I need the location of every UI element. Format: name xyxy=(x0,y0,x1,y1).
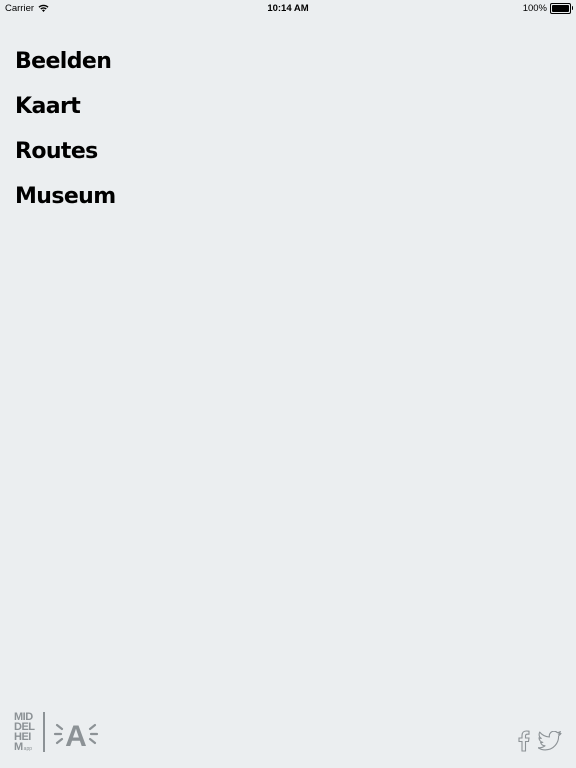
status-time: 10:14 AM xyxy=(267,3,309,14)
antwerp-logo: A xyxy=(53,720,98,752)
battery-icon xyxy=(550,3,573,14)
middelheim-logo-line: Mapp xyxy=(14,742,35,754)
battery-percent: 100% xyxy=(522,3,547,14)
social-links xyxy=(516,730,562,752)
middelheim-logo-suffix: app xyxy=(23,746,33,752)
facebook-icon[interactable] xyxy=(516,730,530,752)
battery-indicator: 100% xyxy=(522,3,573,14)
menu-item-routes[interactable]: Routes xyxy=(15,134,116,179)
menu-item-beelden[interactable]: Beelden xyxy=(15,44,116,89)
antwerp-logo-letter: A xyxy=(65,720,87,752)
status-bar: Carrier 10:14 AM 100% xyxy=(0,0,576,16)
battery-cap xyxy=(571,6,573,10)
middelheim-logo-m: M xyxy=(14,741,23,753)
menu-item-kaart[interactable]: Kaart xyxy=(15,89,116,134)
twitter-icon[interactable] xyxy=(538,731,562,751)
battery-fill xyxy=(552,5,569,12)
middelheim-logo: MID DEL HEI Mapp xyxy=(14,712,35,754)
menu-item-museum[interactable]: Museum xyxy=(15,179,116,224)
logo-divider xyxy=(42,712,45,752)
footer-logos: MID DEL HEI Mapp A xyxy=(14,712,99,754)
main-menu: Beelden Kaart Routes Museum xyxy=(15,44,116,224)
